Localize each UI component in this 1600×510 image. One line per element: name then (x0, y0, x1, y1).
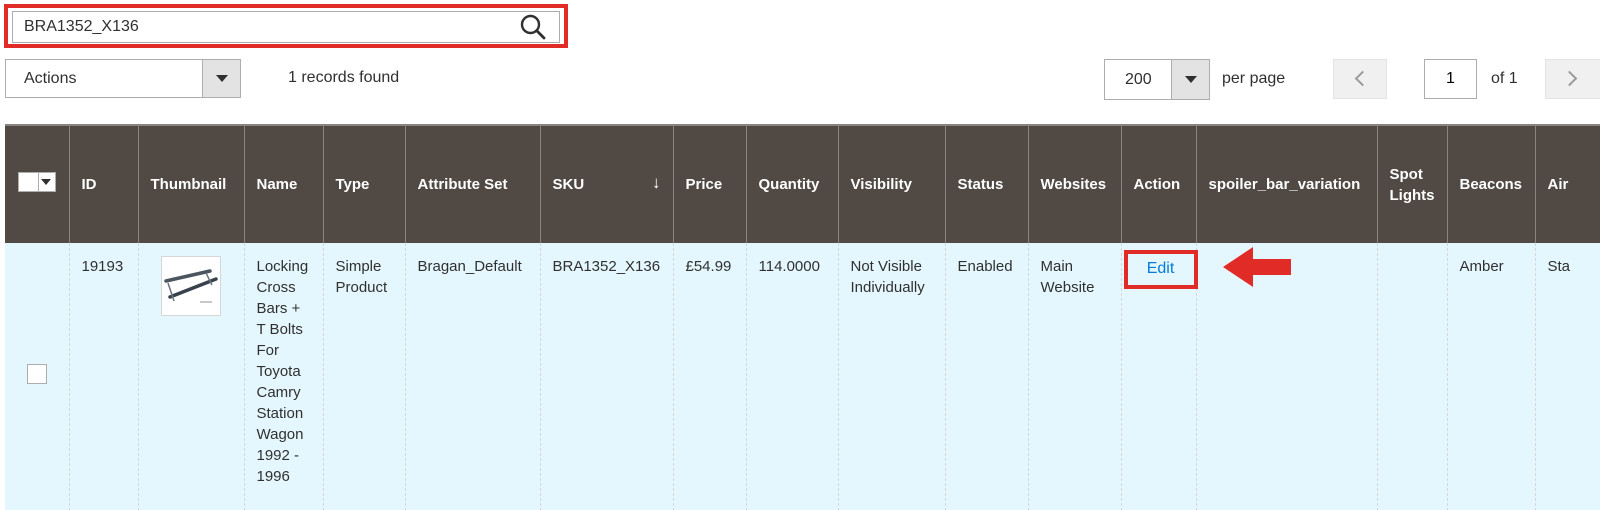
column-header-websites[interactable]: Websites (1027, 124, 1121, 243)
sort-descending-icon: ↓ (652, 173, 661, 192)
column-header-type[interactable]: Type (322, 124, 405, 243)
column-header-status[interactable]: Status (944, 124, 1028, 243)
chevron-left-icon (1354, 70, 1371, 87)
table-row[interactable]: 19193 Locking Cross Bars + T Bolts For T… (5, 243, 1600, 510)
column-header-beacons[interactable]: Beacons (1446, 124, 1535, 243)
search-highlight-box (4, 4, 568, 48)
edit-link[interactable]: Edit (1123, 250, 1198, 289)
column-header-thumbnail[interactable]: Thumbnail (137, 124, 244, 243)
mass-select-header (5, 124, 69, 243)
column-header-name[interactable]: Name (243, 124, 323, 243)
cell-action: Edit (1120, 243, 1198, 510)
column-header-id[interactable]: ID (68, 124, 138, 243)
checkbox-box (19, 172, 39, 191)
cell-status: Enabled (944, 243, 1028, 510)
product-grid: ID Thumbnail Name Type Attribute Set SKU… (5, 124, 1600, 510)
mass-actions-dropdown[interactable]: Actions (5, 59, 241, 98)
cell-visibility: Not Visible Individually (837, 243, 945, 510)
cell-id: 19193 (68, 243, 138, 510)
column-header-quantity[interactable]: Quantity (745, 124, 838, 243)
product-table: ID Thumbnail Name Type Attribute Set SKU… (5, 124, 1600, 510)
cross-bars-image (163, 269, 218, 303)
column-header-attribute-set[interactable]: Attribute Set (404, 124, 540, 243)
cell-attribute-set: Bragan_Default (404, 243, 540, 510)
column-header-price[interactable]: Price (672, 124, 746, 243)
mass-select-checkbox[interactable] (18, 171, 56, 192)
cell-quantity: 114.0000 (745, 243, 838, 510)
cell-thumbnail (137, 243, 244, 510)
cell-name: Locking Cross Bars + T Bolts For Toyota … (243, 243, 323, 510)
per-page-dropdown[interactable]: 200 (1104, 59, 1210, 100)
per-page-label: per page (1222, 70, 1286, 87)
total-pages-label: of 1 (1491, 70, 1518, 87)
previous-page-button[interactable] (1333, 59, 1387, 99)
current-page-input[interactable] (1424, 59, 1477, 99)
cell-sku: BRA1352_X136 (539, 243, 673, 510)
actions-dropdown-toggle[interactable] (202, 60, 240, 97)
red-arrow-icon (1223, 247, 1291, 287)
column-header-sku-label: SKU (552, 176, 585, 193)
keyword-search-input[interactable] (12, 11, 560, 43)
records-found-count: 1 records found (288, 69, 400, 86)
cell-beacons: Amber (1446, 243, 1535, 510)
row-select-checkbox[interactable] (26, 364, 47, 384)
column-header-visibility[interactable]: Visibility (837, 124, 945, 243)
cell-spot-lights (1376, 243, 1447, 510)
cell-price: £54.99 (672, 243, 746, 510)
caret-down-icon (1185, 76, 1197, 83)
cell-type: Simple Product (322, 243, 405, 510)
column-header-spot-lights[interactable]: Spot Lights (1376, 124, 1447, 243)
column-header-action: Action (1120, 124, 1196, 243)
search-icon (520, 14, 546, 40)
actions-label: Actions (24, 70, 77, 87)
caret-down-icon (216, 75, 228, 82)
cell-air: Sta (1534, 243, 1600, 510)
next-page-button[interactable] (1545, 59, 1600, 99)
row-select-cell (5, 243, 69, 510)
product-thumbnail[interactable] (160, 256, 221, 316)
caret-down-icon (41, 178, 51, 185)
search-button[interactable] (518, 13, 548, 41)
table-header-row: ID Thumbnail Name Type Attribute Set SKU… (5, 124, 1600, 243)
per-page-value: 200 (1125, 71, 1152, 88)
column-header-air[interactable]: Air (1534, 124, 1600, 243)
per-page-dropdown-toggle[interactable] (1171, 60, 1209, 99)
column-header-sku[interactable]: SKU ↓ (539, 124, 673, 243)
column-header-spoiler-bar-variation[interactable]: spoiler_bar_variation (1195, 124, 1377, 243)
cell-websites: Main Website (1027, 243, 1121, 510)
chevron-right-icon (1561, 70, 1578, 87)
